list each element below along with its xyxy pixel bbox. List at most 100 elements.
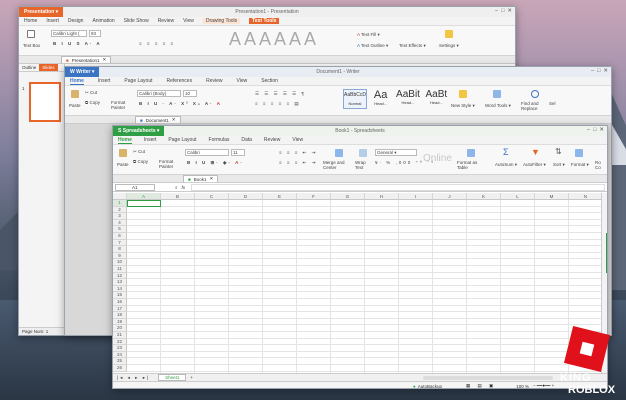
new-style-button[interactable]: New Style ▾ xyxy=(451,103,475,109)
menu-page-layout[interactable]: Page Layout xyxy=(168,137,196,143)
writer-paragraph-buttons[interactable]: ☰ ☰ ☰ ☰ ☰ ¶ xyxy=(255,91,306,97)
column-header[interactable]: J xyxy=(433,193,467,200)
settings-label[interactable]: Settings ▾ xyxy=(439,43,459,49)
select-all-corner[interactable] xyxy=(113,193,127,200)
style-heading-1[interactable]: Aa Head... xyxy=(369,89,392,109)
spreadsheet-font-buttons[interactable]: B I U ⊞· ◈· A· xyxy=(187,160,244,166)
presentation-font-size[interactable]: 93 xyxy=(89,30,101,37)
paste-button[interactable]: Paste xyxy=(117,162,129,167)
find-replace-button[interactable]: Find and Replace xyxy=(521,101,543,111)
maximize-icon[interactable]: □ xyxy=(501,8,504,14)
rows-columns-button[interactable]: Ro Co xyxy=(595,160,607,170)
row-header[interactable]: 20 xyxy=(113,325,127,332)
style-heading-3[interactable]: AaBt Head... xyxy=(424,89,449,109)
style-normal[interactable]: AaBbCcD Normal xyxy=(343,89,367,109)
presentation-font-select[interactable]: Calibri Light ( xyxy=(51,30,87,37)
minimize-icon[interactable]: – xyxy=(587,127,590,133)
menu-home[interactable]: Home xyxy=(118,137,132,144)
wrap-text-icon[interactable] xyxy=(359,149,367,157)
sort-icon[interactable]: ⇅ xyxy=(555,147,562,156)
row-header[interactable]: 19 xyxy=(113,318,127,326)
minimize-icon[interactable]: – xyxy=(591,68,594,74)
formula-input[interactable] xyxy=(191,183,605,191)
row-header[interactable]: 26 xyxy=(113,365,127,372)
find-replace-icon[interactable] xyxy=(531,90,539,98)
merge-center-button[interactable]: Merge and Center xyxy=(323,160,353,170)
close-icon[interactable]: ✕ xyxy=(507,8,512,14)
add-sheet-icon[interactable]: + xyxy=(190,375,193,380)
column-header[interactable]: D xyxy=(229,193,263,200)
cut-button[interactable]: ✂ Cut xyxy=(85,90,97,96)
sheet-nav-arrows[interactable]: |◂ ◂ ▸ ▸| xyxy=(117,375,150,381)
row-header[interactable]: 13 xyxy=(113,279,127,286)
row-header[interactable]: 3 xyxy=(113,213,127,220)
autosum-button[interactable]: AutoSum ▾ xyxy=(495,162,517,168)
menu-review[interactable]: Review xyxy=(206,78,222,84)
style-heading-2[interactable]: AaBit Head... xyxy=(394,89,421,109)
settings-icon[interactable] xyxy=(445,30,453,38)
row-header[interactable]: 16 xyxy=(113,299,127,306)
menu-design[interactable]: Design xyxy=(68,18,84,24)
autobackup-status[interactable]: ● xyxy=(413,384,416,389)
row-header[interactable]: 12 xyxy=(113,272,127,280)
row-header[interactable]: 9 xyxy=(113,252,127,260)
column-header[interactable]: G xyxy=(331,193,365,200)
merge-center-icon[interactable] xyxy=(335,149,343,157)
row-header[interactable]: 8 xyxy=(113,246,127,253)
sort-button[interactable]: Sort ▾ xyxy=(553,162,565,168)
minimize-icon[interactable]: – xyxy=(495,8,498,14)
menu-formulas[interactable]: Formulas xyxy=(209,137,230,143)
format-button[interactable]: Format ▾ xyxy=(571,162,589,168)
autofilter-button[interactable]: AutoFilter ▾ xyxy=(523,162,546,168)
row-header[interactable]: 17 xyxy=(113,305,127,313)
menu-review[interactable]: Review xyxy=(264,137,280,143)
paragraph-align-buttons[interactable]: ≡ ≡ ≡ ≡ ≡ xyxy=(139,41,175,46)
view-mode-icons[interactable]: ▦ ▤ ▣ xyxy=(466,383,496,388)
maximize-icon[interactable]: □ xyxy=(593,127,596,133)
row-header[interactable]: 1 xyxy=(113,200,127,207)
cut-button[interactable]: ✂ Cut xyxy=(133,149,145,155)
row-header[interactable]: 11 xyxy=(113,266,127,273)
slides-tab[interactable]: Slides xyxy=(39,64,58,71)
menu-section[interactable]: Section xyxy=(261,78,278,84)
spreadsheet-font-size[interactable]: 11 xyxy=(231,149,245,156)
menu-insert[interactable]: Insert xyxy=(46,18,59,24)
menu-insert[interactable]: Insert xyxy=(98,78,111,84)
word-tools-icon[interactable] xyxy=(493,90,501,98)
column-header[interactable]: F xyxy=(297,193,331,200)
word-tools-button[interactable]: Word Tools ▾ xyxy=(485,103,511,109)
menu-animation[interactable]: Animation xyxy=(92,18,114,24)
writer-font-size[interactable]: 10 xyxy=(183,90,197,97)
row-header[interactable]: 21 xyxy=(113,332,127,339)
row-header[interactable]: 24 xyxy=(113,351,127,359)
column-header[interactable]: L xyxy=(501,193,535,200)
column-header[interactable]: K xyxy=(467,193,501,200)
menu-page-layout[interactable]: Page Layout xyxy=(124,78,152,84)
text-effects-button[interactable]: Text Effects ▾ xyxy=(399,43,426,49)
grid-cells[interactable]: A B C D E F G H I J K L M N 1 2 3 4 5 6 7 8 9 10 11 12 13 14 15 16 17 1… xyxy=(113,193,603,373)
menu-view[interactable]: View xyxy=(183,18,194,24)
menu-text-tools[interactable]: Text Tools xyxy=(249,18,280,24)
row-header[interactable]: 14 xyxy=(113,285,127,293)
writer-align-buttons[interactable]: ≡ ≡ ≡ ≡ ≡ ▤ xyxy=(255,101,301,107)
copy-button[interactable]: ⧉ Copy xyxy=(85,100,100,105)
format-icon[interactable] xyxy=(575,149,583,157)
menu-view[interactable]: View xyxy=(237,78,248,84)
paste-button[interactable]: Paste xyxy=(69,103,81,108)
text-outline-button[interactable]: A Text Outline ▾ xyxy=(357,43,388,49)
row-header[interactable]: 6 xyxy=(113,233,127,240)
writer-font-select[interactable]: Calibri (Body) xyxy=(137,90,181,97)
column-header[interactable]: B xyxy=(161,193,195,200)
spreadsheet-doc-tab[interactable]: ■ Book1 ✕ xyxy=(183,175,219,182)
writer-font-buttons[interactable]: B I U · A· X² X₂ A· A xyxy=(139,101,222,106)
row-header[interactable]: 22 xyxy=(113,338,127,346)
copy-button[interactable]: ⧉ Copy xyxy=(133,159,148,164)
close-icon[interactable]: ✕ xyxy=(209,176,213,182)
spreadsheet-align-buttons[interactable]: ≡ ≡ ≡ ⇤ ⇥ xyxy=(279,150,317,156)
new-style-icon[interactable] xyxy=(459,90,467,98)
presentation-doc-tab[interactable]: ■ Presentation1 ✕ xyxy=(61,56,112,63)
font-format-buttons[interactable]: B I U S A· A xyxy=(53,41,102,46)
column-header[interactable]: H xyxy=(365,193,399,200)
text-box-label[interactable]: Text Box xyxy=(23,43,40,48)
text-fill-button[interactable]: A Text Fill ▾ xyxy=(357,32,380,38)
